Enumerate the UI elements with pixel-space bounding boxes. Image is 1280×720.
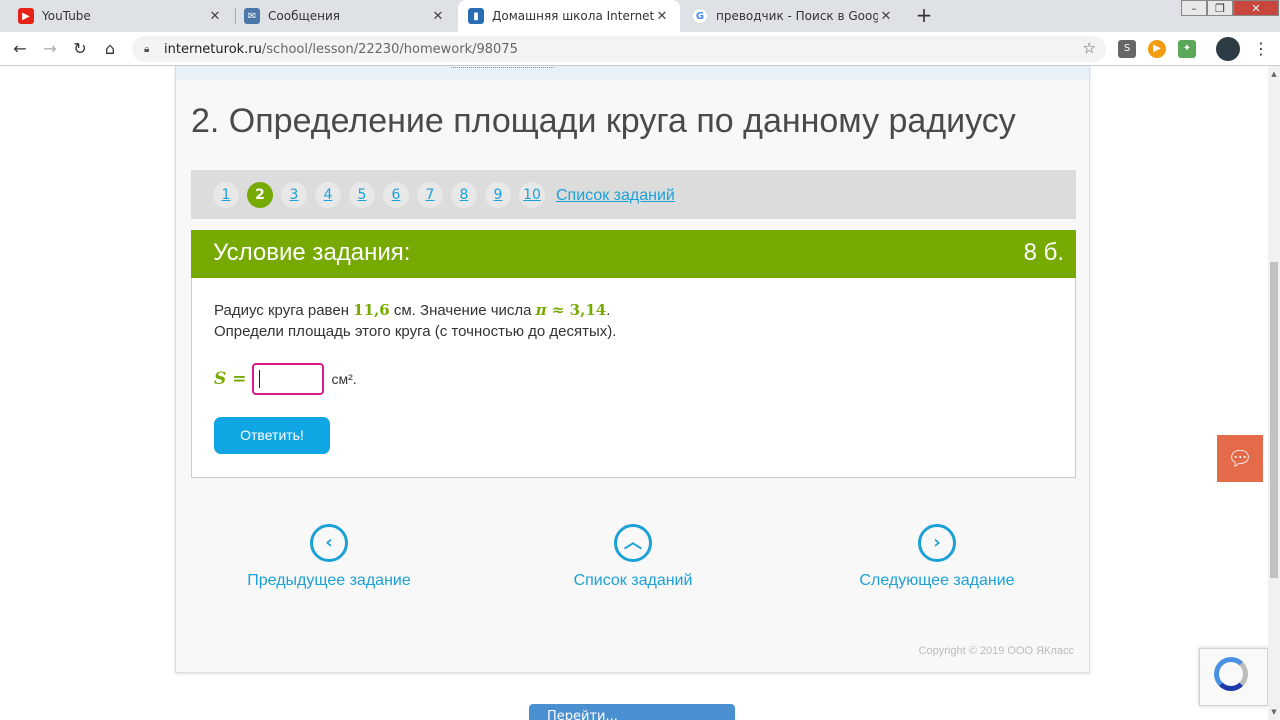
next-task-label[interactable]: Следующее задание: [837, 572, 1037, 590]
pi-symbol: π: [535, 301, 547, 319]
close-icon[interactable]: ✕: [430, 9, 446, 24]
task-text-line-1: Радиус круга равен 11,6 см. Значение чис…: [214, 301, 610, 319]
pi-value: 3,14: [569, 301, 607, 319]
pager-item-10[interactable]: 10: [519, 182, 545, 208]
page-viewport: 2. Определение площади круга по данному …: [0, 66, 1268, 720]
task-body: Радиус круга равен 11,6 см. Значение чис…: [191, 278, 1076, 478]
answer-input-wrap: [252, 363, 325, 395]
back-arrow-icon[interactable]: ←: [9, 38, 31, 60]
restore-icon[interactable]: ❐: [1207, 0, 1233, 16]
approx-symbol: ≈: [546, 301, 570, 319]
tab-google[interactable]: G преводчик - Поиск в Google ✕: [682, 0, 904, 32]
url-path: /school/lesson/22230/homework/98075: [261, 41, 518, 57]
scroll-down-icon[interactable]: ▼: [1268, 706, 1280, 718]
url-host: interneturok.ru: [164, 41, 262, 57]
recaptcha-badge[interactable]: [1199, 648, 1268, 706]
next-task-nav[interactable]: › Следующее задание: [837, 524, 1037, 590]
bookmark-star-icon[interactable]: ☆: [1083, 39, 1096, 57]
close-icon[interactable]: ✕: [654, 9, 670, 24]
answer-row: S = см².: [214, 363, 357, 395]
pager-item-1[interactable]: 1: [213, 182, 239, 208]
chevron-right-icon[interactable]: ›: [918, 524, 956, 562]
submit-answer-button[interactable]: Ответить!: [214, 417, 330, 454]
profile-avatar[interactable]: [1216, 37, 1240, 61]
address-bar[interactable]: 🔒︎ interneturok.ru/school/lesson/22230/h…: [132, 36, 1106, 62]
bottom-action-button[interactable]: Перейти...: [529, 704, 735, 720]
messages-icon: ✉: [244, 8, 260, 24]
scrollbar-thumb[interactable]: [1270, 262, 1278, 578]
page-scrollbar[interactable]: ▲ ▼: [1268, 66, 1280, 720]
task-header: Условие задания: 8 б.: [191, 230, 1076, 278]
internet-urok-icon: ▮: [468, 8, 484, 24]
task-pager: 1 2 3 4 5 6 7 8 9 10 Список заданий: [191, 170, 1076, 219]
browser-tab-bar: ▶ YouTube ✕ ✉ Сообщения ✕ ▮ Домашняя шко…: [0, 0, 1280, 32]
task-list-nav[interactable]: ︿ Список заданий: [533, 524, 733, 590]
lesson-card: 2. Определение площади круга по данному …: [175, 66, 1090, 673]
home-icon[interactable]: ⌂: [99, 38, 121, 60]
pager-item-5[interactable]: 5: [349, 182, 375, 208]
forward-arrow-icon[interactable]: →: [39, 38, 61, 60]
task-text: .: [606, 302, 611, 319]
pager-item-6[interactable]: 6: [383, 182, 409, 208]
close-icon[interactable]: ✕: [878, 9, 894, 24]
pager-item-3[interactable]: 3: [281, 182, 307, 208]
task-list-label[interactable]: Список заданий: [533, 572, 733, 590]
task-text: Радиус круга равен: [214, 302, 354, 319]
chevron-left-icon[interactable]: ‹: [310, 524, 348, 562]
window-controls: – ❐ ✕: [1181, 0, 1279, 16]
tab-messages[interactable]: ✉ Сообщения ✕: [234, 0, 456, 32]
extension-play-icon[interactable]: ▶: [1148, 40, 1166, 58]
formula-label: S =: [214, 369, 247, 389]
google-icon: G: [692, 8, 708, 24]
chevron-up-icon[interactable]: ︿: [614, 524, 652, 562]
recaptcha-icon: [1214, 657, 1248, 691]
task-header-title: Условие задания:: [213, 239, 411, 266]
reload-icon[interactable]: ↻: [69, 38, 91, 60]
scroll-up-icon[interactable]: ▲: [1268, 68, 1280, 80]
pager-item-2[interactable]: 2: [247, 182, 273, 208]
new-tab-button[interactable]: +: [914, 5, 934, 26]
radius-value: 11,6: [353, 301, 390, 319]
lock-icon: 🔒︎: [144, 43, 150, 55]
top-strip: [176, 66, 1089, 80]
pager-item-9[interactable]: 9: [485, 182, 511, 208]
close-icon[interactable]: ✕: [207, 9, 223, 24]
task-list-link[interactable]: Список заданий: [556, 187, 675, 205]
prev-task-label[interactable]: Предыдущее задание: [229, 572, 429, 590]
task-text-line-2: Определи площадь этого круга (с точность…: [214, 323, 617, 340]
close-window-icon[interactable]: ✕: [1233, 0, 1279, 16]
page-title: 2. Определение площади круга по данному …: [191, 102, 1016, 140]
answer-input[interactable]: [252, 363, 325, 395]
prev-task-nav[interactable]: ‹ Предыдущее задание: [229, 524, 429, 590]
youtube-icon: ▶: [18, 8, 34, 24]
tab-title: преводчик - Поиск в Google: [716, 9, 878, 23]
minimize-icon[interactable]: –: [1181, 0, 1207, 16]
unit-label: см².: [331, 371, 357, 387]
pager-item-8[interactable]: 8: [451, 182, 477, 208]
tab-interneturok[interactable]: ▮ Домашняя школа InternetUrok.r ✕: [458, 0, 680, 32]
pager-item-4[interactable]: 4: [315, 182, 341, 208]
copyright: Copyright © 2019 ООО ЯКласс: [918, 645, 1074, 657]
pager-item-7[interactable]: 7: [417, 182, 443, 208]
extension-puzzle-icon[interactable]: ✦: [1178, 40, 1196, 58]
tab-title: Сообщения: [268, 9, 341, 23]
tab-title: YouTube: [42, 9, 91, 23]
task-points: 8 б.: [1023, 239, 1064, 266]
top-strip-link[interactable]: [451, 66, 554, 68]
chat-icon[interactable]: 💬︎: [1217, 435, 1263, 482]
task-text: см. Значение числа: [389, 302, 536, 319]
extension-s-icon[interactable]: S: [1118, 40, 1136, 58]
tab-youtube[interactable]: ▶ YouTube ✕: [8, 0, 233, 32]
browser-toolbar: ← → ↻ ⌂ 🔒︎ interneturok.ru/school/lesson…: [0, 32, 1280, 66]
menu-kebab-icon[interactable]: ⋮: [1250, 38, 1272, 60]
tab-title: Домашняя школа InternetUrok.r: [492, 9, 654, 23]
text-cursor: [259, 370, 261, 388]
